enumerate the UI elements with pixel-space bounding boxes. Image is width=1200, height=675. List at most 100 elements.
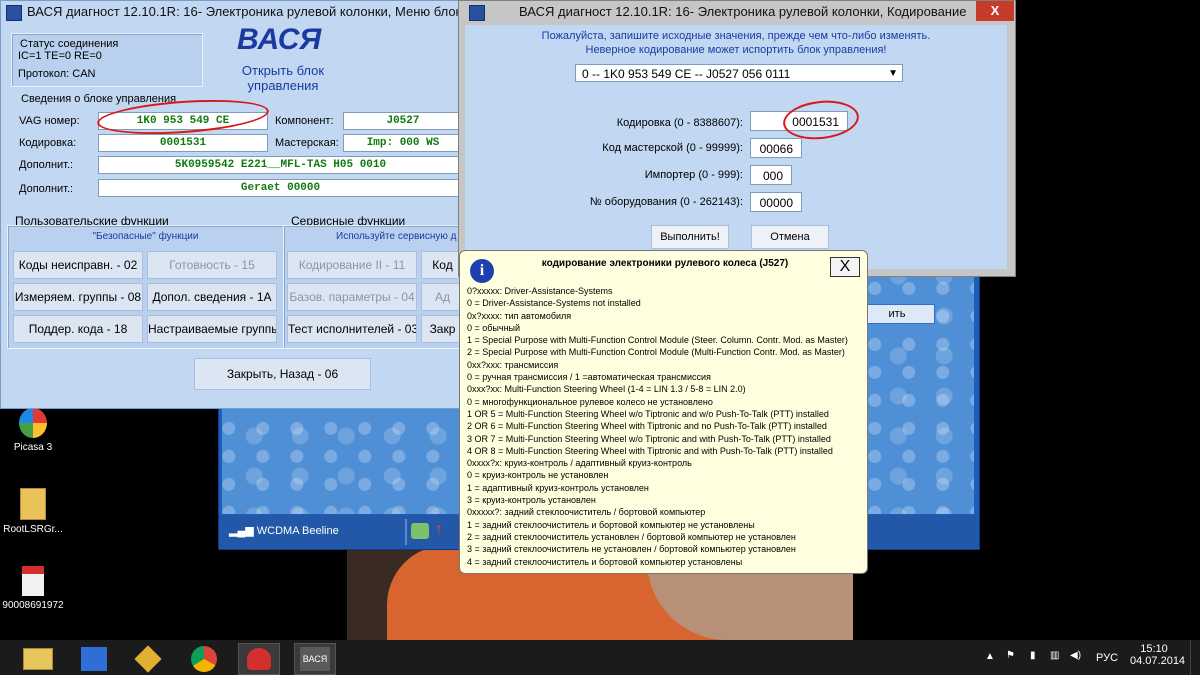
list-item: 4 OR 8 = Multi-Function Steering Wheel w… (467, 445, 833, 456)
pdf-icon (22, 566, 44, 596)
list-item: 0?xxxxx: Driver-Assistance-Systems (467, 286, 613, 296)
sms-icon[interactable] (411, 523, 429, 539)
coding-description-list: 0?xxxxx: Driver-Assistance-Systems 0 = D… (467, 285, 863, 568)
language-indicator[interactable]: РУС (1096, 652, 1118, 664)
connection-status-panel: Статус соединения IC=1 TE=0 RE=0 Протоко… (11, 33, 203, 87)
coding-field: 0001531 (98, 134, 268, 152)
flag-icon[interactable]: ⚑ (1006, 650, 1015, 661)
list-item: 2 = Special Purpose with Multi-Function … (467, 347, 845, 358)
chevron-down-icon: ▼ (888, 68, 898, 79)
equipment-label: № оборудования (0 - 262143): (589, 196, 743, 208)
close-back-button[interactable]: Закрыть, Назад - 06 (194, 358, 371, 390)
modem-app-button[interactable]: ить (859, 304, 935, 324)
support-code-button[interactable]: Поддер. кода - 18 (13, 315, 143, 343)
clock-time: 15:10 (1140, 643, 1168, 655)
adjustable-groups-button[interactable]: Настраиваемые группы (147, 315, 277, 343)
adaptation-button[interactable]: Ад (421, 283, 464, 311)
list-item: 1 OR 5 = Multi-Function Steering Wheel w… (467, 408, 829, 419)
list-item: 1 = адаптивный круиз-контроль установлен (467, 482, 649, 493)
taskbar-app2[interactable] (74, 643, 114, 673)
coding-row-label: Кодировка (0 - 8388607): (616, 117, 743, 129)
coding-ii-button[interactable]: Кодирование II - 11 (287, 251, 417, 279)
protocol-label: Протокол: CAN (18, 68, 96, 80)
signal-icon: ▂▄▆ (229, 525, 254, 537)
vag-block-menu-window: ВАСЯ диагност 12.10.1R: 16- Электроника … (0, 0, 464, 409)
list-item: 0xx?xxx: трансмиссия (467, 359, 559, 370)
clock[interactable]: 15:10 04.07.2014 (1130, 643, 1186, 667)
extra2-label: Дополнит.: (19, 183, 74, 195)
red-annotation-oval (781, 97, 861, 143)
coding-window-title: ВАСЯ диагност 12.10.1R: 16- Электроника … (459, 1, 1015, 25)
list-item: 1 = задний стеклоочиститель и бортовой к… (467, 519, 755, 530)
list-item: 2 = задний стеклоочиститель установлен /… (467, 531, 796, 542)
component-label: Компонент: (275, 115, 334, 127)
status-heading: Статус соединения (20, 38, 119, 50)
show-hidden-icons[interactable]: ▲ (985, 651, 995, 662)
warning-line-1: Пожалуйста, запишите исходные значения, … (541, 30, 931, 42)
vag-number-label: VAG номер: (19, 115, 80, 127)
desktop-icon-folder[interactable]: RootLSRGr... (0, 488, 68, 535)
list-item: 1 = Special Purpose with Multi-Function … (467, 335, 848, 346)
list-item: 2 OR 6 = Multi-Function Steering Wheel w… (467, 421, 827, 432)
upload-arrow-icon[interactable]: ↑ (435, 521, 443, 539)
folder-icon (23, 648, 53, 670)
show-desktop-button[interactable] (1190, 640, 1199, 675)
extra-info-button[interactable]: Допол. сведения - 1А (147, 283, 277, 311)
warning-line-2: Неверное кодирование может испортить бло… (585, 44, 887, 56)
close-icon[interactable]: X (976, 1, 1014, 21)
coding-label: Кодировка: (19, 137, 77, 149)
service-functions-sub: Используйте сервисную д (336, 231, 457, 242)
measuring-groups-button[interactable]: Измеряем. группы - 08 (13, 283, 143, 311)
info-icon: i (470, 259, 494, 283)
list-item: 0 = обычный (467, 322, 521, 333)
desktop-icon-picasa[interactable]: Picasa 3 (0, 408, 68, 453)
equipment-input[interactable]: 00000 (750, 192, 802, 212)
network-icon[interactable]: ▥ (1050, 650, 1059, 661)
user-functions-sub: "Безопасные" функции (92, 231, 199, 242)
coding-panel: Пожалуйста, запишите исходные значения, … (465, 25, 1007, 269)
list-item: 0x?xxxx: тип автомобиля (467, 310, 572, 321)
huawei-icon (247, 648, 271, 670)
popup-title: кодирование электроники рулевого колеса … (541, 258, 789, 269)
taskbar-explorer[interactable] (18, 643, 58, 673)
workshop-field: Imp: 000 WS (343, 134, 463, 152)
folder-icon (20, 488, 46, 520)
readiness-button[interactable]: Готовность - 15 (147, 251, 277, 279)
fault-codes-button[interactable]: Коды неисправн. - 02 (13, 251, 143, 279)
cancel-button[interactable]: Отмена (751, 225, 829, 249)
vasya-logo: ВАСЯ (237, 23, 322, 56)
workshop-label: Мастерская: (275, 137, 339, 149)
list-item: 0xxxxx?: задний стеклоочиститель / борто… (467, 507, 706, 518)
actuator-test-button[interactable]: Тест исполнителей - 03 (287, 315, 417, 343)
clock-date: 04.07.2014 (1130, 655, 1186, 667)
workshop-code-label: Код мастерской (0 - 99999): (602, 142, 743, 154)
list-item: 0 = ручная трансмиссия / 1 =автоматическ… (467, 372, 711, 383)
volume-icon[interactable]: ◀) (1070, 650, 1081, 661)
picasa-icon (19, 408, 47, 438)
importer-input[interactable]: 000 (750, 165, 792, 185)
list-item: 0xxxx?x: круиз-контроль / адаптивный кру… (467, 458, 692, 469)
extra2-field: Geraet 00000 (98, 179, 463, 197)
execute-button[interactable]: Выполнить! (651, 225, 729, 249)
battery-icon[interactable]: ▮ (1030, 650, 1036, 661)
list-item: 0 = многофункциональное рулевое колесо н… (467, 396, 713, 407)
vasya-icon: ВАСЯ (300, 647, 330, 671)
vag-app-icon (6, 5, 22, 21)
taskbar-chrome[interactable] (184, 643, 224, 673)
basic-params-button[interactable]: Базов. параметры - 04 (287, 283, 417, 311)
extra1-field: 5K0959542 E221__MFL-TAS H05 0010 (98, 156, 463, 174)
coding-info-popup: i кодирование электроники рулевого колес… (459, 250, 868, 574)
list-item: 0 = круиз-контроль не установлен (467, 470, 609, 481)
open-block-link[interactable]: Открыть блок управления (231, 63, 335, 93)
extra1-label: Дополнит.: (19, 159, 74, 171)
desktop-icon-pdf[interactable]: 90008691972 (0, 566, 68, 611)
workshop-code-input[interactable]: 00066 (750, 138, 802, 158)
taskbar-app3[interactable] (128, 643, 168, 673)
taskbar-huawei[interactable] (238, 643, 280, 675)
controller-select[interactable]: 0 -- 1K0 953 549 CE -- J0527 056 0111 ▼ (575, 64, 903, 82)
close-partial-button[interactable]: Закр (421, 315, 464, 343)
close-icon[interactable]: X (830, 257, 860, 277)
list-item: 0xxx?xx: Multi-Function Steering Wheel (… (467, 384, 746, 395)
list-item: 3 = круиз-контроль установлен (467, 495, 596, 506)
taskbar-vasya[interactable]: ВАСЯ (294, 643, 336, 675)
